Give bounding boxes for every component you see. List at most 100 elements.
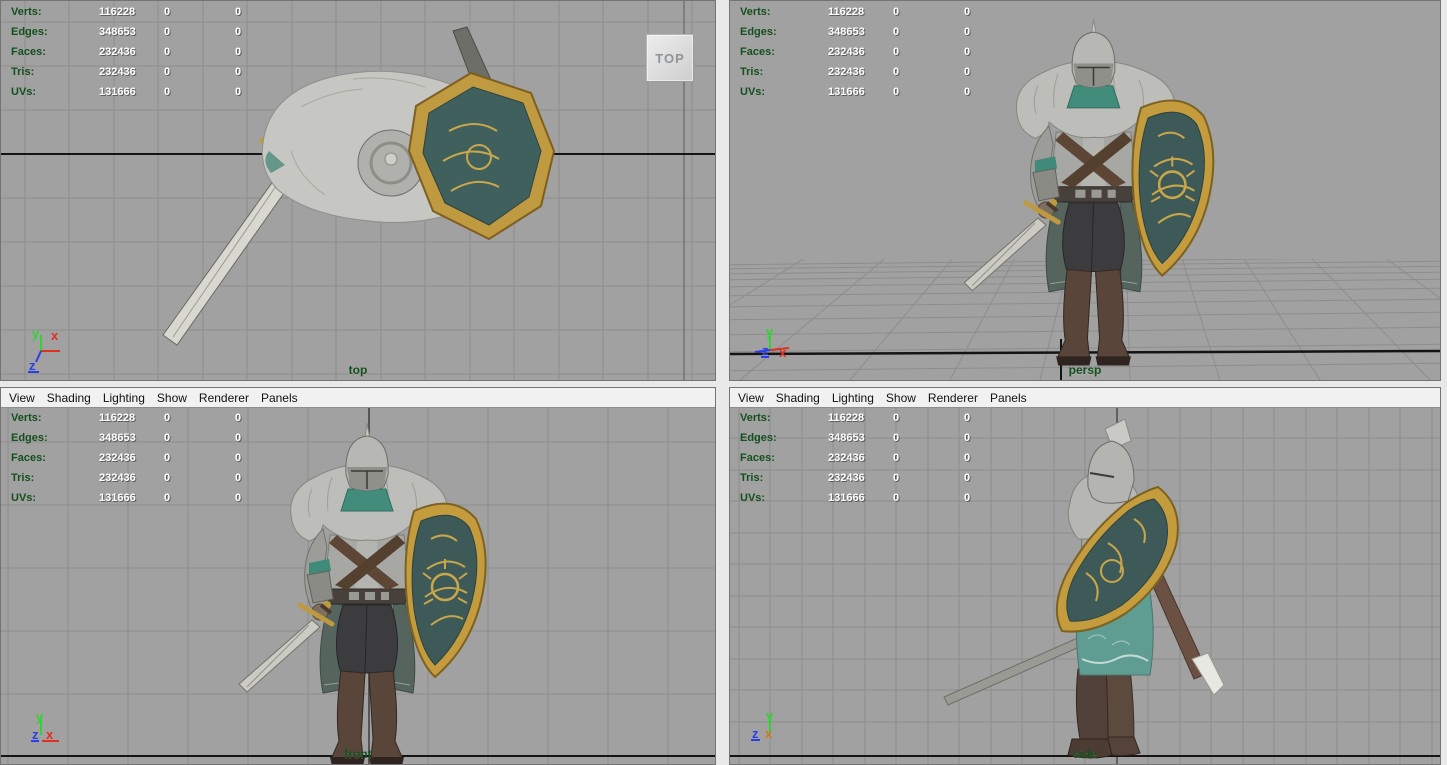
hud-total-value: 131666	[99, 492, 136, 504]
hud-row-label: UVs:	[740, 492, 766, 504]
hud-total-value: 116228	[828, 6, 865, 18]
axis-x-label: x	[51, 328, 59, 343]
axis-x-label: x	[765, 726, 773, 741]
hud-row-label: Edges:	[11, 26, 48, 38]
hud-row: UVs: 131666 0 0	[730, 84, 1050, 104]
hud-total-value: 232436	[828, 452, 865, 464]
axis-z-label: z	[762, 343, 769, 358]
axis-y-label: y	[32, 326, 40, 341]
hud-row-label: Edges:	[11, 432, 48, 444]
hud-row: UVs: 131666 0 0	[1, 84, 321, 104]
hud-component-value: 0	[964, 492, 971, 504]
hud-selected-value: 0	[164, 492, 171, 504]
hud-total-value: 131666	[828, 492, 865, 504]
hud-row: Tris: 232436 0 0	[1, 470, 321, 490]
hud-total-value: 131666	[99, 86, 136, 98]
hud-selected-value: 0	[164, 26, 171, 38]
hud-row-label: Verts:	[11, 6, 42, 18]
hud-component-value: 0	[964, 412, 971, 424]
viewport-side[interactable]: View Shading Lighting Show Renderer Panels	[729, 387, 1441, 765]
hud-row: Faces: 232436 0 0	[730, 450, 1050, 470]
hud-row: Faces: 232436 0 0	[730, 44, 1050, 64]
hud-total-value: 116228	[99, 412, 136, 424]
hud-row-label: Verts:	[740, 412, 771, 424]
hud-row-label: UVs:	[11, 86, 37, 98]
hud-total-value: 232436	[828, 472, 865, 484]
hud-selected-value: 0	[164, 46, 171, 58]
hud-row-label: Faces:	[11, 46, 46, 58]
viewport-front[interactable]: View Shading Lighting Show Renderer Panels Ve…	[0, 387, 716, 765]
menu-item-shading[interactable]: Shading	[773, 391, 829, 405]
view-cube-top-button[interactable]: TOP	[646, 34, 694, 82]
menu-item-panels[interactable]: Panels	[987, 391, 1036, 405]
hud-component-value: 0	[964, 6, 971, 18]
menu-item-renderer[interactable]: Renderer	[925, 391, 987, 405]
menu-item-renderer[interactable]: Renderer	[196, 391, 258, 405]
hud-selected-value: 0	[893, 412, 900, 424]
view-label: front	[344, 747, 372, 761]
hud-selected-value: 0	[893, 6, 900, 18]
hud-row: Tris: 232436 0 0	[730, 64, 1050, 84]
hud-row: Edges: 348653 0 0	[1, 430, 321, 450]
hud-total-value: 232436	[828, 66, 865, 78]
menu-item-view[interactable]: View	[6, 391, 44, 405]
hud-row-label: Verts:	[740, 6, 771, 18]
hud-selected-value: 0	[893, 472, 900, 484]
hud-selected-value: 0	[164, 432, 171, 444]
hud-row-label: Tris:	[740, 66, 764, 78]
hud-total-value: 116228	[99, 6, 136, 18]
hud-row: Edges: 348653 0 0	[730, 430, 1050, 450]
hud-component-value: 0	[235, 432, 242, 444]
hud-row-label: UVs:	[11, 492, 37, 504]
hud-selected-value: 0	[893, 66, 900, 78]
axis-y-label: y	[766, 324, 774, 339]
hud-row: Edges: 348653 0 0	[730, 24, 1050, 44]
hud-poly-count: Verts: 116228 0 0 Edges: 348653 0 0 Faces: 232436…	[730, 410, 1050, 510]
hud-total-value: 348653	[99, 26, 136, 38]
panel-menu-bar: View Shading Lighting Show Renderer Panels	[730, 388, 1440, 408]
hud-row-label: Tris:	[11, 66, 35, 78]
hud-row-label: UVs:	[740, 86, 766, 98]
hud-selected-value: 0	[893, 26, 900, 38]
hud-component-value: 0	[235, 46, 242, 58]
hud-row: Verts: 116228 0 0	[1, 4, 321, 24]
viewport-persp[interactable]: Verts: 116228 0 0 Edges: 348653 0 0 Faces: 232436…	[729, 0, 1441, 381]
hud-total-value: 116228	[828, 412, 865, 424]
axis-x-label: x	[46, 727, 54, 742]
hud-selected-value: 0	[893, 46, 900, 58]
menu-item-lighting[interactable]: Lighting	[100, 391, 154, 405]
hud-total-value: 232436	[99, 452, 136, 464]
hud-component-value: 0	[235, 6, 242, 18]
axis-gizmo: y z x	[754, 324, 790, 360]
hud-row: Verts: 116228 0 0	[730, 4, 1050, 24]
viewport-top[interactable]: Verts: 116228 0 0 Edges: 348653 0 0 Faces: 232436…	[0, 0, 716, 381]
hud-total-value: 232436	[828, 46, 865, 58]
menu-item-shading[interactable]: Shading	[44, 391, 100, 405]
axis-gizmo: y z x	[751, 708, 774, 741]
panel-menu-bar: View Shading Lighting Show Renderer Panels	[1, 388, 715, 408]
axis-z-label: z	[32, 727, 39, 742]
view-label: top	[348, 363, 368, 377]
hud-total-value: 232436	[99, 472, 136, 484]
axis-y-label: y	[766, 708, 774, 723]
hud-total-value: 348653	[828, 26, 865, 38]
hud-component-value: 0	[964, 472, 971, 484]
hud-total-value: 348653	[828, 432, 865, 444]
hud-row-label: Verts:	[11, 412, 42, 424]
menu-item-panels[interactable]: Panels	[258, 391, 307, 405]
menu-item-lighting[interactable]: Lighting	[829, 391, 883, 405]
hud-component-value: 0	[964, 452, 971, 464]
hud-component-value: 0	[235, 452, 242, 464]
hud-row-label: Tris:	[740, 472, 764, 484]
hud-component-value: 0	[235, 472, 242, 484]
hud-row-label: Tris:	[11, 472, 35, 484]
hud-selected-value: 0	[893, 86, 900, 98]
hud-row-label: Faces:	[740, 46, 775, 58]
axis-x-label: x	[779, 345, 787, 360]
axis-z-label: z	[752, 726, 759, 741]
menu-item-show[interactable]: Show	[154, 391, 196, 405]
hud-row: Faces: 232436 0 0	[1, 44, 321, 64]
hud-row: Verts: 116228 0 0	[1, 410, 321, 430]
menu-item-view[interactable]: View	[735, 391, 773, 405]
menu-item-show[interactable]: Show	[883, 391, 925, 405]
